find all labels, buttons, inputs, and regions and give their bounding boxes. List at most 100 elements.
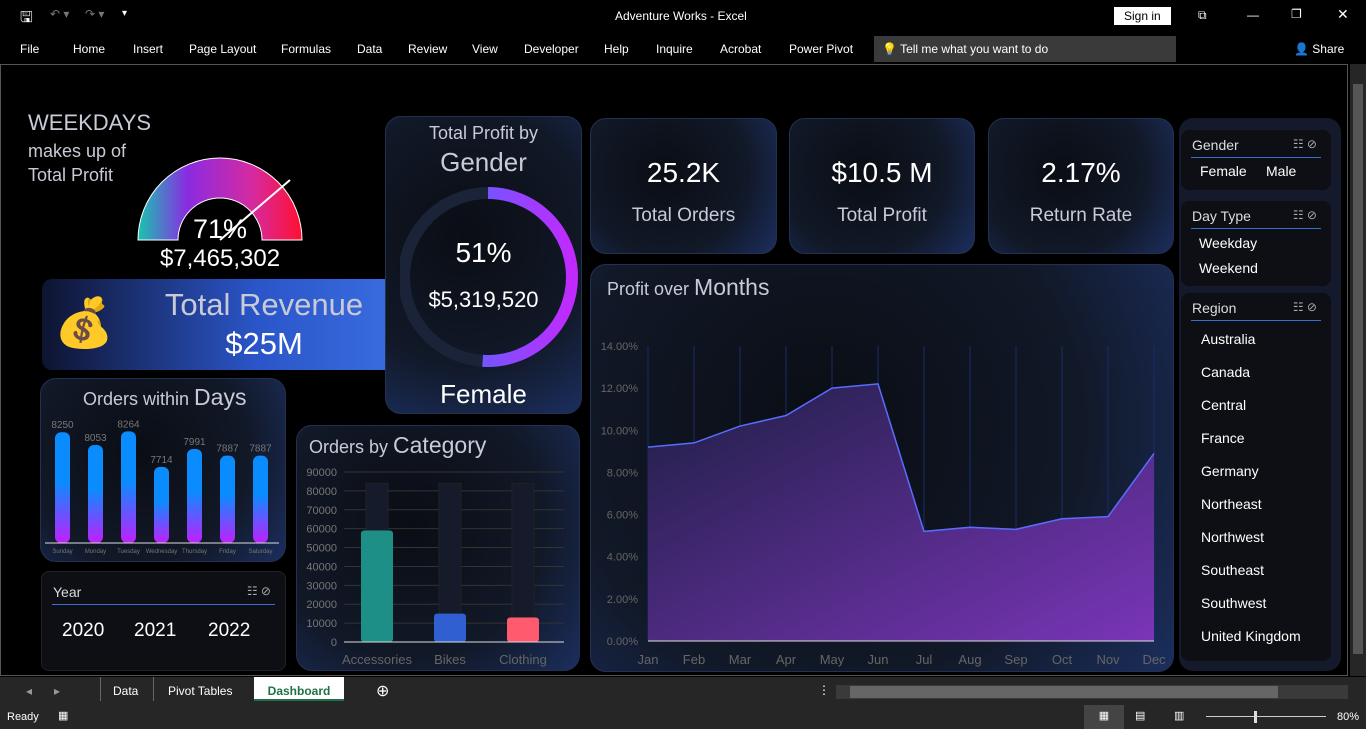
day-bar-label: 7887 xyxy=(216,444,239,455)
y-tick-label: 90000 xyxy=(306,467,337,479)
zoom-level[interactable]: 80% xyxy=(1337,711,1359,723)
sign-in-button[interactable]: Sign in xyxy=(1114,7,1171,25)
redo-icon[interactable]: ↷ ▾ xyxy=(85,7,104,21)
tab-view[interactable]: View xyxy=(472,42,498,56)
y-tick-label: 14.00% xyxy=(601,341,639,353)
scrollbar-thumb[interactable] xyxy=(1353,84,1363,654)
close-button[interactable]: ✕ xyxy=(1337,6,1349,23)
slicer-multiselect-clear-icons[interactable]: ☷ ⊘ xyxy=(1293,208,1317,222)
day-bar xyxy=(220,455,235,543)
y-tick-label: 0 xyxy=(331,637,337,649)
add-sheet-icon[interactable]: ⊕ xyxy=(376,681,389,701)
kpi-value: $10.5 M xyxy=(831,157,933,188)
vertical-scrollbar[interactable] xyxy=(1350,64,1366,676)
tab-developer[interactable]: Developer xyxy=(524,42,579,56)
y-tick-label: 8.00% xyxy=(607,467,638,479)
orders-by-category-card: Orders by Category 0 10000 20000 30000 40000… xyxy=(296,425,580,671)
kpi-label: Return Rate xyxy=(1029,205,1133,226)
sheet-tab-dashboard[interactable]: Dashboard xyxy=(254,677,344,701)
tab-page-layout[interactable]: Page Layout xyxy=(189,42,256,56)
slicer-multiselect-clear-icons[interactable]: ☷ ⊘ xyxy=(1293,300,1317,314)
year-2020[interactable]: 2020 xyxy=(62,620,104,642)
slicer-multiselect-clear-icons[interactable]: ☷ ⊘ xyxy=(247,584,271,598)
horizontal-scrollbar[interactable] xyxy=(836,685,1348,699)
accessibility-icon[interactable]: ▦ xyxy=(58,709,68,722)
tab-data[interactable]: Data xyxy=(357,42,382,56)
y-tick-label: 40000 xyxy=(306,561,337,573)
gender-percent: 51% xyxy=(455,237,512,268)
page-layout-view-icon[interactable]: ▤ xyxy=(1135,709,1145,722)
customize-qat-icon[interactable]: ▾ xyxy=(122,8,127,19)
slicer-multiselect-clear-icons[interactable]: ☷ ⊘ xyxy=(1293,137,1317,151)
slicer-divider xyxy=(1191,228,1321,229)
tab-acrobat[interactable]: Acrobat xyxy=(720,42,761,56)
sheet-tab-pivot-tables[interactable]: Pivot Tables xyxy=(168,684,232,698)
y-tick-label: 12.00% xyxy=(601,383,639,395)
tab-review[interactable]: Review xyxy=(408,42,447,56)
slicer-item-region[interactable]: United Kingdom xyxy=(1201,628,1301,644)
slicer-divider xyxy=(52,604,275,605)
sheet-tabs-bar: ◂ ▸ Data Pivot Tables Dashboard ⊕ ⋮ xyxy=(0,677,1366,705)
next-sheet-icon[interactable]: ▸ xyxy=(54,684,60,698)
tab-power-pivot[interactable]: Power Pivot xyxy=(789,42,853,56)
zoom-slider[interactable] xyxy=(1206,711,1326,723)
status-bar: Ready ▦ ▦ ▤ ▥ 80% xyxy=(0,705,1366,729)
tab-inquire[interactable]: Inquire xyxy=(656,42,693,56)
scrollbar-thumb[interactable] xyxy=(850,686,1278,698)
tab-formulas[interactable]: Formulas xyxy=(281,42,331,56)
y-tick-label: 30000 xyxy=(306,580,337,592)
x-tick-label: Nov xyxy=(1096,652,1120,667)
x-tick-label: Jul xyxy=(916,652,933,667)
normal-view-icon[interactable]: ▦ xyxy=(1084,705,1124,729)
tell-me-search[interactable]: 💡 Tell me what you want to do xyxy=(874,36,1176,62)
undo-icon[interactable]: ↶ ▾ xyxy=(50,7,69,21)
slicer-item-region[interactable]: Northeast xyxy=(1201,496,1262,512)
slicer-item-female[interactable]: Female xyxy=(1200,163,1247,179)
slicer-item-weekday[interactable]: Weekday xyxy=(1199,235,1257,251)
tab-help[interactable]: Help xyxy=(604,42,629,56)
share-button[interactable]: 👤 Share xyxy=(1294,42,1344,56)
title-bar: 🖫 ↶ ▾ ↷ ▾ ▾ Adventure Works - Excel Sign… xyxy=(0,0,1366,32)
tab-home[interactable]: Home xyxy=(73,42,105,56)
minimize-button[interactable]: — xyxy=(1247,8,1259,22)
ribbon-display-icon[interactable]: ⧉ xyxy=(1198,8,1207,23)
profit-by-gender-card: Total Profit by Gender 51% $5,319,520 Fe… xyxy=(385,116,582,414)
slicer-item-region[interactable]: Canada xyxy=(1201,364,1250,380)
tab-insert[interactable]: Insert xyxy=(133,42,163,56)
year-2022[interactable]: 2022 xyxy=(208,620,250,642)
x-tick-label: Apr xyxy=(776,652,797,667)
region-slicer: Region ☷ ⊘ Australia Canada Central France G… xyxy=(1181,293,1331,661)
slicer-item-weekend[interactable]: Weekend xyxy=(1199,260,1258,276)
slicer-item-region[interactable]: Central xyxy=(1201,397,1246,413)
y-tick-label: 10000 xyxy=(306,618,337,630)
split-handle-icon[interactable]: ⋮ xyxy=(818,683,830,697)
year-2021[interactable]: 2021 xyxy=(134,620,176,642)
slicer-item-region[interactable]: Australia xyxy=(1201,331,1255,347)
slicer-item-region[interactable]: Northwest xyxy=(1201,529,1264,545)
day-axis-label: Wednesday xyxy=(146,549,178,555)
days-bar-chart: 8250 Sunday 8053 Monday 8264 Tuesday 7714 Wedne… xyxy=(45,419,279,555)
x-tick-label: Oct xyxy=(1052,652,1073,667)
y-tick-label: 50000 xyxy=(306,543,337,555)
day-bar xyxy=(187,448,202,543)
restore-button[interactable]: ❐ xyxy=(1291,7,1302,21)
slicer-item-region[interactable]: Southeast xyxy=(1201,562,1264,578)
save-icon[interactable]: 🖫 xyxy=(20,7,33,32)
tab-file[interactable]: File xyxy=(20,42,39,56)
revenue-label: Total Revenue xyxy=(164,287,364,322)
sheet-tab-data[interactable]: Data xyxy=(113,684,138,698)
day-axis-label: Saturday xyxy=(248,549,272,555)
category-track-bar xyxy=(511,482,535,618)
page-break-view-icon[interactable]: ▥ xyxy=(1174,709,1184,722)
slicer-divider xyxy=(1191,157,1321,158)
y-tick-label: 10.00% xyxy=(601,425,639,437)
slicer-item-male[interactable]: Male xyxy=(1266,163,1296,179)
slicer-divider xyxy=(1191,320,1321,321)
category-track-bar xyxy=(438,482,462,615)
slicer-item-region[interactable]: Germany xyxy=(1201,463,1259,479)
slicer-item-region[interactable]: Southwest xyxy=(1201,595,1266,611)
slicer-item-region[interactable]: France xyxy=(1201,430,1245,446)
zoom-slider-thumb[interactable] xyxy=(1254,711,1257,723)
prev-sheet-icon[interactable]: ◂ xyxy=(26,684,32,698)
x-tick-label: Feb xyxy=(683,652,705,667)
